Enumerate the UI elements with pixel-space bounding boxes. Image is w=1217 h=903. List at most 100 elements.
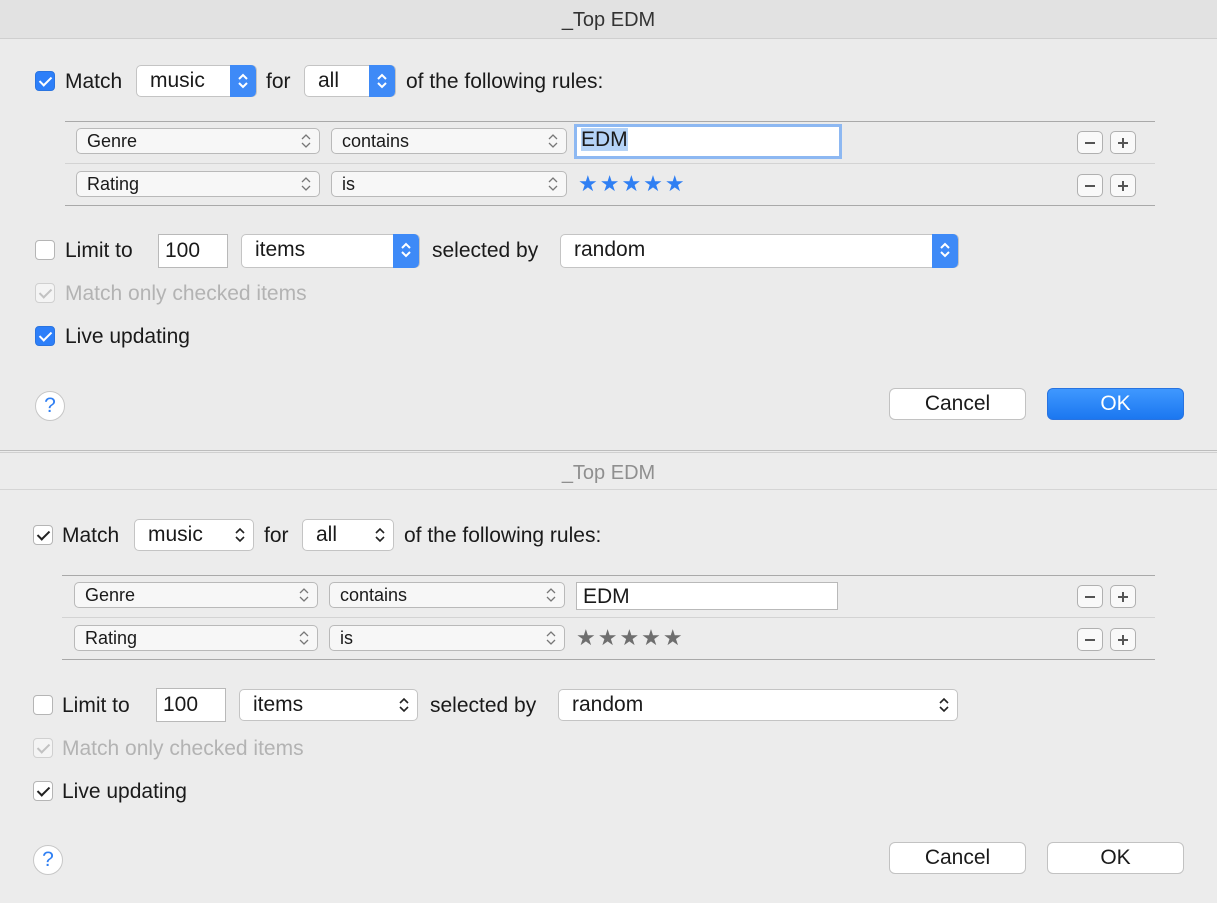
rule-value-field[interactable]: EDM [574, 124, 842, 159]
match-kind-value: music [148, 523, 203, 546]
remove-rule-button[interactable] [1077, 628, 1103, 651]
rule-field-value: Rating [85, 628, 138, 648]
remove-rule-button[interactable] [1077, 131, 1103, 154]
cancel-button[interactable]: Cancel [889, 842, 1026, 874]
rating-stars[interactable]: ★★★★★ [576, 625, 685, 651]
minus-icon [1085, 185, 1095, 187]
selected-by-popup[interactable]: random [558, 689, 958, 721]
popup-arrows-icon [367, 519, 393, 551]
help-icon[interactable]: ? [33, 845, 63, 875]
dialog-title: _Top EDM [0, 453, 1217, 490]
limit-unit-value: items [253, 693, 304, 716]
rule-operator-popup[interactable]: contains [329, 582, 565, 608]
popup-arrows-icon [393, 234, 419, 268]
add-rule-button[interactable] [1110, 585, 1136, 608]
ok-button[interactable]: OK [1047, 388, 1184, 420]
rule-field-value: Genre [87, 131, 138, 151]
following-rules-label: of the following rules: [404, 524, 602, 547]
popup-arrows-icon [546, 631, 556, 645]
match-kind-popup[interactable]: music [136, 65, 257, 97]
help-icon[interactable]: ? [35, 391, 65, 421]
popup-arrows-icon [931, 689, 957, 721]
selected-by-label: selected by [432, 239, 539, 262]
limit-checkbox[interactable] [33, 695, 53, 715]
selected-by-value: random [574, 238, 646, 261]
plus-icon [1118, 181, 1128, 191]
popup-arrows-icon [227, 519, 253, 551]
popup-arrows-icon [301, 177, 311, 191]
match-checked-label: Match only checked items [62, 737, 304, 760]
popup-arrows-icon [548, 177, 558, 191]
add-rule-button[interactable] [1110, 628, 1136, 651]
minus-icon [1085, 596, 1095, 598]
limit-checkbox[interactable] [35, 240, 55, 260]
rule-value-text: EDM [581, 128, 628, 151]
rules-top-divider [65, 121, 1155, 122]
remove-rule-button[interactable] [1077, 585, 1103, 608]
for-label: for [264, 524, 289, 547]
rules-bottom-divider [65, 205, 1155, 206]
rating-stars[interactable]: ★★★★★ [578, 171, 687, 197]
popup-arrows-icon [548, 134, 558, 148]
limit-value-field[interactable]: 100 [158, 234, 228, 268]
rule-field-popup[interactable]: Genre [74, 582, 318, 608]
match-kind-popup[interactable]: music [134, 519, 254, 551]
live-updating-label: Live updating [65, 325, 190, 348]
match-checkbox[interactable] [35, 71, 55, 91]
ok-button[interactable]: OK [1047, 842, 1184, 874]
match-checkbox[interactable] [33, 525, 53, 545]
limit-label: Limit to [65, 239, 133, 262]
match-checked-checkbox [35, 283, 55, 303]
minus-icon [1085, 639, 1095, 641]
smart-playlist-dialog-active: _Top EDM Match music for all of the foll… [0, 0, 1217, 451]
rule-value-field[interactable]: EDM [576, 582, 838, 610]
rule-operator-popup[interactable]: is [331, 171, 567, 197]
match-kind-value: music [150, 69, 205, 92]
popup-arrows-icon [391, 689, 417, 721]
match-label: Match [62, 524, 120, 547]
rule-field-value: Genre [85, 585, 136, 605]
popup-arrows-icon [301, 134, 311, 148]
rule-operator-popup[interactable]: is [329, 625, 565, 651]
popup-arrows-icon [546, 588, 556, 602]
rule-field-value: Rating [87, 174, 140, 194]
for-popup[interactable]: all [304, 65, 396, 97]
add-rule-button[interactable] [1110, 131, 1136, 154]
for-value: all [316, 523, 338, 546]
limit-unit-popup[interactable]: items [239, 689, 418, 721]
limit-unit-popup[interactable]: items [241, 234, 420, 268]
selected-by-value: random [572, 693, 644, 716]
rule-field-popup[interactable]: Genre [76, 128, 320, 154]
rule-operator-popup[interactable]: contains [331, 128, 567, 154]
live-updating-checkbox[interactable] [35, 326, 55, 346]
rule-field-popup[interactable]: Rating [74, 625, 318, 651]
for-popup[interactable]: all [302, 519, 394, 551]
rule-operator-value: is [342, 174, 355, 194]
popup-arrows-icon [299, 588, 309, 602]
live-updating-checkbox[interactable] [33, 781, 53, 801]
plus-icon [1118, 635, 1128, 645]
rules-row-divider [62, 617, 1155, 618]
rules-row-divider [65, 163, 1155, 164]
rule-field-popup[interactable]: Rating [76, 171, 320, 197]
selected-by-popup[interactable]: random [560, 234, 959, 268]
rule-operator-value: is [340, 628, 353, 648]
popup-arrows-icon [299, 631, 309, 645]
following-rules-label: of the following rules: [406, 70, 604, 93]
plus-icon [1118, 138, 1128, 148]
match-label: Match [65, 70, 123, 93]
rules-top-divider [62, 575, 1155, 576]
remove-rule-button[interactable] [1077, 174, 1103, 197]
limit-unit-value: items [255, 238, 306, 261]
selected-by-label: selected by [430, 694, 537, 717]
rule-operator-value: contains [342, 131, 410, 151]
add-rule-button[interactable] [1110, 174, 1136, 197]
popup-arrows-icon [230, 65, 256, 97]
cancel-button[interactable]: Cancel [889, 388, 1026, 420]
limit-value-field[interactable]: 100 [156, 688, 226, 722]
plus-icon [1118, 592, 1128, 602]
for-value: all [318, 69, 340, 92]
live-updating-label: Live updating [62, 780, 187, 803]
match-checked-checkbox [33, 738, 53, 758]
dialog-title: _Top EDM [0, 0, 1217, 39]
